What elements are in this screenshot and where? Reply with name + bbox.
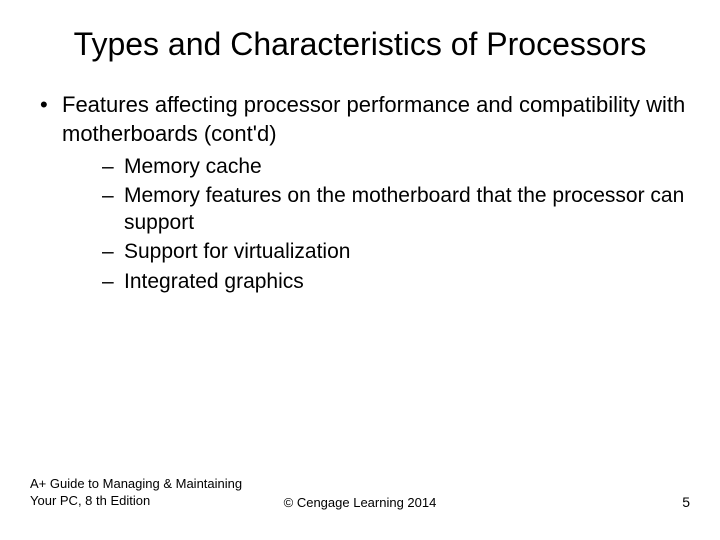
sub-list: Memory cache Memory features on the moth… (62, 153, 690, 295)
page-number: 5 (682, 494, 690, 510)
footer-center: © Cengage Learning 2014 (284, 495, 437, 510)
sub-item: Support for virtualization (102, 238, 690, 265)
sub-item: Memory features on the motherboard that … (102, 182, 690, 237)
footer: A+ Guide to Managing & Maintaining Your … (30, 476, 690, 510)
bullet-list: Features affecting processor performance… (30, 91, 690, 295)
sub-text: Integrated graphics (124, 270, 304, 293)
sub-item: Integrated graphics (102, 268, 690, 295)
slide-title: Types and Characteristics of Processors (30, 25, 690, 63)
sub-text: Memory cache (124, 155, 262, 178)
sub-text: Support for virtualization (124, 240, 350, 263)
sub-text: Memory features on the motherboard that … (124, 184, 684, 234)
footer-left: A+ Guide to Managing & Maintaining Your … (30, 476, 260, 510)
bullet-item: Features affecting processor performance… (40, 91, 690, 295)
bullet-text: Features affecting processor performance… (62, 92, 685, 146)
sub-item: Memory cache (102, 153, 690, 180)
slide: Types and Characteristics of Processors … (0, 0, 720, 540)
